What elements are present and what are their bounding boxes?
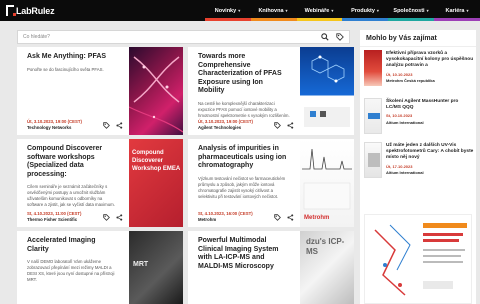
share-icon[interactable] bbox=[287, 214, 294, 221]
chevron-down-icon: ▾ bbox=[285, 8, 288, 13]
top-navigation-bar: LabRulez Novinky ▾ Knihovna ▾ Webináře ▾ Pr… bbox=[0, 0, 480, 21]
card-description: Na cestě ke komplexnější charakterizaci … bbox=[198, 100, 290, 118]
card-image[interactable]: MRT bbox=[129, 231, 183, 304]
card-date: Út, 3.10.2023, 19:00 (CEST) bbox=[198, 119, 253, 124]
card-image-caption: dzu's ICP- MS bbox=[306, 237, 345, 256]
card-image[interactable]: Compound Discoverer Workshop EMEA bbox=[129, 139, 183, 227]
tag-icon[interactable] bbox=[103, 214, 110, 221]
nav-color-segment bbox=[205, 18, 251, 21]
card-image[interactable]: dzu's ICP- MS bbox=[300, 231, 354, 304]
card-title[interactable]: Accelerated Imaging Clarity bbox=[27, 237, 119, 254]
nav-color-strip bbox=[205, 18, 480, 21]
logo[interactable]: LabRulez bbox=[6, 4, 55, 17]
chevron-down-icon: ▾ bbox=[466, 8, 469, 13]
advertisement-banner[interactable] bbox=[364, 214, 472, 304]
article-thumbnail[interactable] bbox=[364, 98, 382, 134]
card-date: Út, 3.10.2023, 19:00 (CEST) bbox=[27, 119, 82, 124]
ad-graphic bbox=[365, 215, 471, 303]
card-organizer[interactable]: Thermo Fisher Scientific bbox=[27, 217, 81, 222]
article-title[interactable]: Školení Agilent MassHunter pro LC/MS QQQ… bbox=[386, 99, 474, 126]
article-title[interactable]: Efektivní příprava vzorků a vysokokapaci… bbox=[386, 51, 474, 84]
card-organizer[interactable]: Metrohm bbox=[198, 217, 253, 222]
card-image-caption: Metrohm bbox=[304, 215, 330, 221]
card-title[interactable]: Analysis of impurities in pharmaceutical… bbox=[198, 145, 290, 171]
card-image[interactable]: Metrohm bbox=[300, 139, 354, 227]
article-thumbnail[interactable] bbox=[364, 142, 382, 178]
share-icon[interactable] bbox=[287, 122, 294, 129]
card-description: Cílem semináře je seznámit začátečníky s… bbox=[27, 184, 115, 207]
share-icon[interactable] bbox=[116, 122, 123, 129]
card-image-caption: MRT bbox=[133, 261, 149, 268]
card-image[interactable] bbox=[300, 47, 354, 135]
webinar-card[interactable]: Towards more Comprehensive Characterizat… bbox=[188, 47, 354, 135]
search-icon[interactable] bbox=[321, 33, 329, 41]
sidebar-article[interactable]: Už máte jeden z dalších UV-Vis spektrofo… bbox=[360, 142, 476, 186]
card-organizer[interactable]: Agilent Technologies bbox=[198, 125, 253, 130]
tag-icon[interactable] bbox=[336, 33, 344, 41]
sidebar-title: Mohlo by Vás zajímat bbox=[360, 30, 476, 47]
sidebar-article[interactable]: Školení Agilent MassHunter pro LC/MS QQQ… bbox=[360, 98, 476, 136]
tag-icon[interactable] bbox=[274, 122, 281, 129]
molecule-image bbox=[304, 55, 350, 127]
nav-color-segment bbox=[434, 18, 480, 21]
card-image[interactable] bbox=[129, 47, 183, 135]
card-title[interactable]: Powerful Multimodal Clinical Imaging Sys… bbox=[198, 237, 290, 271]
card-image-caption: Compound Discoverer Workshop EMEA bbox=[132, 150, 181, 172]
webinar-card[interactable]: Ask Me Anything: PFAS Ponořte se do fasc… bbox=[17, 47, 183, 135]
card-date: St, 4.10.2023, 16:00 (CEST) bbox=[198, 211, 253, 216]
tag-icon[interactable] bbox=[103, 122, 110, 129]
card-organizer[interactable]: Technology Networks bbox=[27, 125, 82, 130]
logo-text: LabRulez bbox=[16, 5, 55, 16]
webinar-card[interactable]: Powerful Multimodal Clinical Imaging Sys… bbox=[188, 231, 354, 304]
card-description: Výzkum testování nečistot ve farmaceutic… bbox=[198, 175, 286, 199]
card-title[interactable]: Ask Me Anything: PFAS bbox=[27, 53, 119, 62]
webinar-card[interactable]: Accelerated Imaging Clarity V naší DEMO … bbox=[17, 231, 183, 304]
chevron-down-icon: ▾ bbox=[426, 8, 429, 13]
logo-mark-icon bbox=[6, 5, 16, 16]
article-organizer: Altium International bbox=[386, 119, 424, 125]
nav-color-segment bbox=[296, 18, 343, 21]
card-description: V naší DEMO laboratoři Vám ukážeme zobra… bbox=[27, 259, 115, 282]
nav-color-segment bbox=[342, 18, 389, 21]
article-organizer: Metrohm Česká republika bbox=[386, 77, 435, 83]
chevron-down-icon: ▾ bbox=[238, 8, 241, 13]
nav-color-segment bbox=[388, 18, 435, 21]
webinar-card[interactable]: Compound Discoverer software workshops (… bbox=[17, 139, 183, 227]
article-title[interactable]: Už máte jeden z dalších UV-Vis spektrofo… bbox=[386, 143, 474, 176]
nav-color-segment bbox=[250, 18, 297, 21]
card-date: St, 4.10.2023, 11:00 (CEST) bbox=[27, 211, 82, 216]
recommended-sidebar: Mohlo by Vás zajímat Efektivní příprava … bbox=[360, 30, 476, 304]
card-description: Ponořte se do fascinujícího světa PFAS. bbox=[27, 66, 104, 72]
chevron-down-icon: ▾ bbox=[331, 8, 334, 13]
search-bar[interactable]: Co hledáte? bbox=[17, 30, 350, 44]
chromatogram-image bbox=[302, 148, 352, 210]
card-title[interactable]: Compound Discoverer software workshops (… bbox=[27, 145, 119, 179]
article-thumbnail[interactable] bbox=[364, 50, 382, 86]
dna-helix-image bbox=[129, 56, 183, 133]
search-input[interactable]: Co hledáte? bbox=[23, 34, 50, 40]
webinar-card[interactable]: Analysis of impurities in pharmaceutical… bbox=[188, 139, 354, 227]
sidebar-article[interactable]: Efektivní příprava vzorků a vysokokapaci… bbox=[360, 50, 476, 92]
share-icon[interactable] bbox=[116, 214, 123, 221]
chevron-down-icon: ▾ bbox=[376, 8, 379, 13]
card-title[interactable]: Towards more Comprehensive Characterizat… bbox=[198, 53, 290, 96]
article-organizer: Altium International bbox=[386, 169, 424, 175]
tag-icon[interactable] bbox=[274, 214, 281, 221]
